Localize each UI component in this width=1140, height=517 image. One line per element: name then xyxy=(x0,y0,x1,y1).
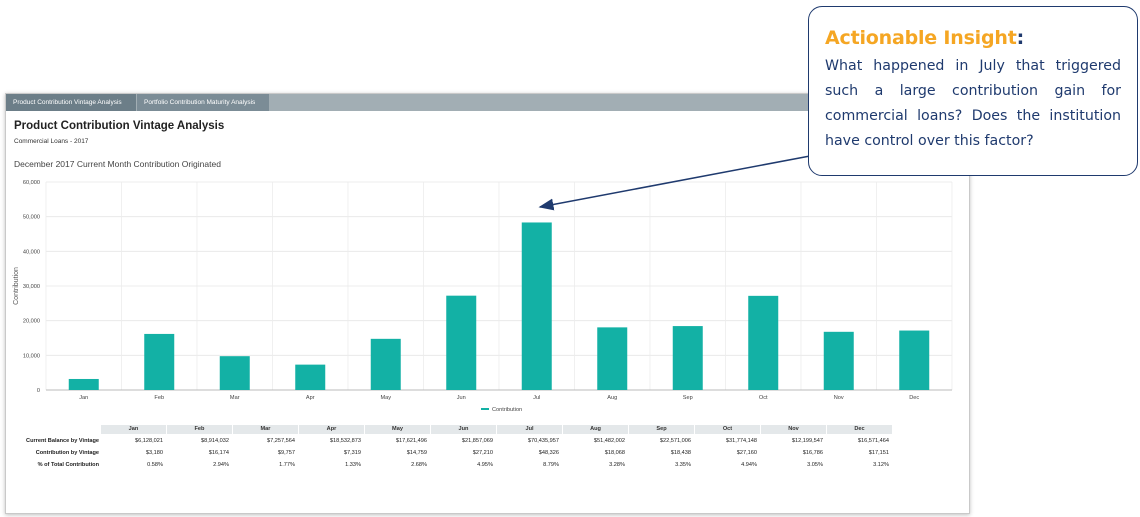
bar-oct xyxy=(748,295,779,390)
insight-title-colon: : xyxy=(1016,27,1025,49)
y-tick-label: 0 xyxy=(37,388,40,394)
y-tick-label: 40,000 xyxy=(23,249,40,255)
bar-may xyxy=(370,338,401,390)
table-cell: 3.28% xyxy=(609,462,625,468)
table-cell: $31,774,148 xyxy=(725,438,757,444)
y-axis-label: Contribution xyxy=(13,267,20,305)
table-header-cell: Apr xyxy=(299,425,364,434)
table-header-cell: Jun xyxy=(431,425,496,434)
x-tick-label: Dec xyxy=(909,395,919,401)
table-header-cell: Dec xyxy=(827,425,892,434)
table-header-cell: Mar xyxy=(233,425,298,434)
x-tick-label: Jul xyxy=(533,395,540,401)
table-cell: 2.68% xyxy=(411,462,427,468)
table-header-cell: Jul xyxy=(497,425,562,434)
table-cell: $18,068 xyxy=(604,450,625,456)
table-row-label: % of Total Contribution xyxy=(37,462,99,468)
y-tick-label: 60,000 xyxy=(23,180,40,186)
y-tick-label: 50,000 xyxy=(23,215,40,221)
table-cell: 1.77% xyxy=(279,462,295,468)
table-cell: $9,757 xyxy=(277,450,295,456)
x-tick-label: May xyxy=(380,395,391,401)
table-row-label: Current Balance by Vintage xyxy=(26,438,99,444)
table-cell: 3.35% xyxy=(675,462,691,468)
table-cell: 8.79% xyxy=(543,462,559,468)
bar-apr xyxy=(295,364,326,390)
table-header-cell: May xyxy=(365,425,430,434)
table-cell: $22,571,006 xyxy=(659,438,691,444)
y-tick-label: 20,000 xyxy=(23,319,40,325)
table-header-cell: Jan xyxy=(101,425,166,434)
bar-dec xyxy=(899,330,930,390)
x-tick-label: Mar xyxy=(230,395,240,401)
table-header-cell: Feb xyxy=(167,425,232,434)
x-tick-label: Aug xyxy=(607,395,617,401)
bar-jul xyxy=(521,222,552,390)
table-cell: 2.94% xyxy=(213,462,229,468)
insight-title-text: Actionable Insight xyxy=(825,27,1017,49)
table-cell: 1.33% xyxy=(345,462,361,468)
table-row-label: Contribution by Vintage xyxy=(35,450,99,456)
bar-nov xyxy=(823,331,854,390)
table-cell: $8,914,032 xyxy=(201,438,229,444)
table-cell: 3.12% xyxy=(873,462,889,468)
x-tick-label: Jan xyxy=(79,395,88,401)
insight-text: What happened in July that triggered suc… xyxy=(825,58,1121,149)
insight-title: Actionable Insight: xyxy=(825,27,1121,49)
table-cell: $48,326 xyxy=(538,450,559,456)
table-cell: $18,438 xyxy=(670,450,691,456)
table-cell: $12,199,547 xyxy=(791,438,823,444)
table-cell: 3.05% xyxy=(807,462,823,468)
table-cell: $27,160 xyxy=(736,450,757,456)
table-header-cell: Aug xyxy=(563,425,628,434)
bar-aug xyxy=(597,327,628,390)
table-cell: $27,210 xyxy=(472,450,493,456)
legend-label: Contribution xyxy=(492,407,522,413)
table-cell: $7,319 xyxy=(343,450,361,456)
bar-jan xyxy=(68,378,99,390)
x-tick-label: Sep xyxy=(683,395,693,401)
table-cell: $16,571,464 xyxy=(857,438,889,444)
y-tick-label: 30,000 xyxy=(23,284,40,290)
table-cell: $21,857,069 xyxy=(461,438,493,444)
x-tick-label: Feb xyxy=(154,395,164,401)
bar-jun xyxy=(446,295,477,390)
table-cell: $18,532,873 xyxy=(329,438,361,444)
table-cell: $6,128,021 xyxy=(135,438,163,444)
y-tick-label: 10,000 xyxy=(23,353,40,359)
x-tick-label: Apr xyxy=(306,395,315,401)
x-tick-label: Oct xyxy=(759,395,768,401)
table-cell: $17,621,496 xyxy=(395,438,427,444)
table-header-cell: Nov xyxy=(761,425,826,434)
table-cell: $14,759 xyxy=(406,450,427,456)
table-header-cell: Sep xyxy=(629,425,694,434)
table-cell: $3,180 xyxy=(145,450,163,456)
bar-feb xyxy=(144,333,175,390)
table-cell: $7,257,564 xyxy=(267,438,295,444)
table-header-cell: Oct xyxy=(695,425,760,434)
table-cell: 0.58% xyxy=(147,462,163,468)
table-cell: 4.94% xyxy=(741,462,757,468)
table-cell: $51,482,002 xyxy=(593,438,625,444)
table-cell: $70,435,957 xyxy=(527,438,559,444)
actionable-insight-callout: Actionable Insight: What happened in Jul… xyxy=(808,6,1138,176)
table-cell: 4.95% xyxy=(477,462,493,468)
bar-sep xyxy=(672,326,703,390)
table-cell: $16,174 xyxy=(208,450,229,456)
x-tick-label: Nov xyxy=(834,395,844,401)
table-cell: $17,151 xyxy=(868,450,889,456)
table-cell: $16,786 xyxy=(802,450,823,456)
x-tick-label: Jun xyxy=(457,395,466,401)
bar-mar xyxy=(219,356,250,390)
